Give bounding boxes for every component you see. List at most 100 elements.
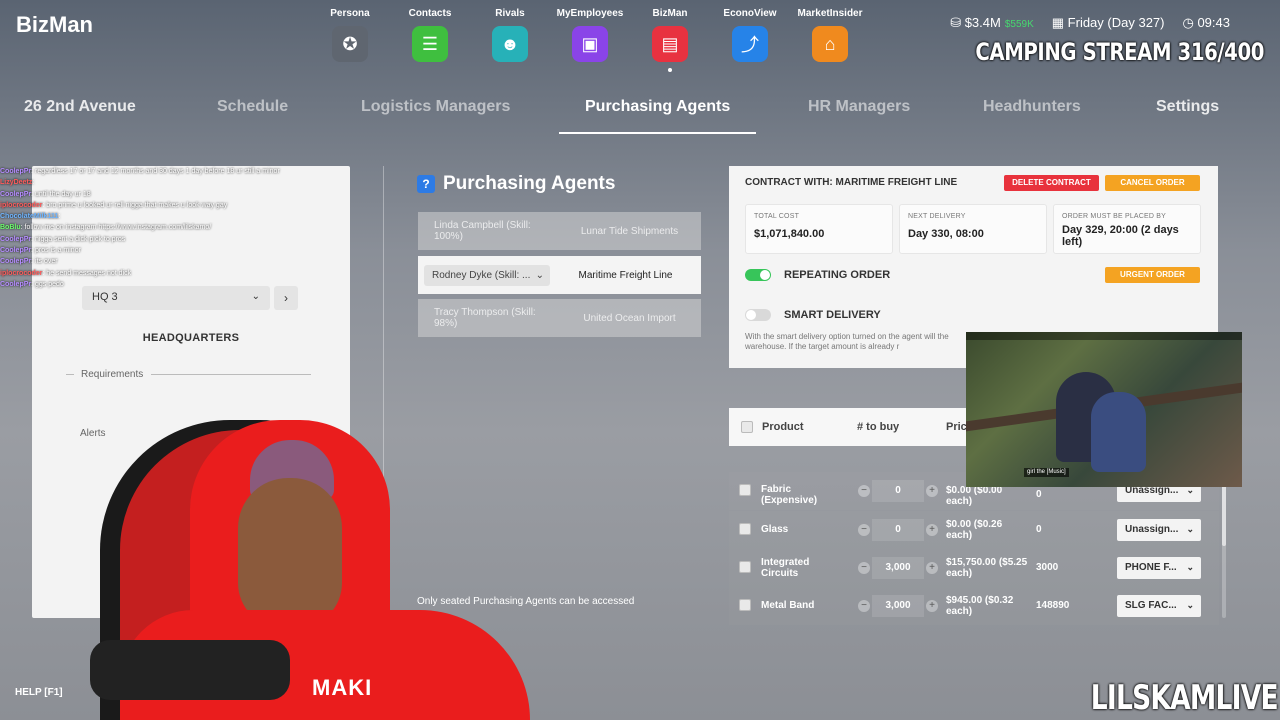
chat-message: iplocrocoder: bro prime u looked ur rell… [0, 200, 345, 211]
chat-text: : [58, 213, 61, 221]
increase-button[interactable]: + [926, 485, 938, 497]
product-name: Metal Band [761, 600, 815, 611]
tab-hr-managers[interactable]: HR Managers [808, 96, 910, 134]
increase-button[interactable]: + [926, 524, 938, 536]
badge-icon[interactable]: ▣ [572, 26, 608, 62]
chat-text: : bro prime u looked ur rell nigga that … [42, 201, 228, 209]
chat-username: CoolepPr [0, 235, 32, 243]
group-icon[interactable]: ☻ [492, 26, 528, 62]
app-contacts[interactable]: Contacts ☰ [390, 8, 470, 72]
agent-row[interactable]: Linda Campbell (Skill: 100%) Lunar Tide … [418, 212, 701, 250]
delete-contract-button[interactable]: DELETE CONTRACT [1004, 175, 1099, 191]
trend-icon[interactable]: ⤴ [732, 26, 768, 62]
tab-settings[interactable]: Settings [1156, 96, 1219, 134]
house-icon[interactable]: ⌂ [812, 26, 848, 62]
requirements-section: Requirements [66, 369, 312, 380]
app-econoview[interactable]: EconoView ⤴ [710, 8, 790, 72]
chat-message: CoolepPr: regardless 17 or 17 and 12 mon… [0, 166, 345, 177]
product-name: Fabric (Expensive) [761, 484, 818, 506]
tab-purchasing-agents[interactable]: Purchasing Agents [559, 96, 757, 134]
chat-text: : ggs pedo [31, 280, 64, 288]
tab-headhunters[interactable]: Headhunters [983, 96, 1081, 134]
product-table: Fabric (Expensive) − 0 + $0.00 ($0.00 ea… [729, 468, 1219, 618]
tab-schedule[interactable]: Schedule [217, 96, 288, 134]
chevron-down-icon: ⌄ [1186, 600, 1194, 610]
agent-row[interactable]: Tracy Thompson (Skill: 98%) United Ocean… [418, 299, 701, 337]
app-label: EconoView [723, 8, 777, 19]
chevron-down-icon: ⌄ [1186, 562, 1194, 572]
app-myemployees[interactable]: MyEmployees ▣ [550, 8, 630, 72]
chat-username: BoBlu [0, 224, 21, 232]
app-marketinsider[interactable]: MarketInsider ⌂ [790, 8, 870, 72]
assign-dropdown[interactable]: PHONE F... ⌄ [1117, 557, 1201, 579]
app-persona[interactable]: Persona ✪ [310, 8, 390, 72]
video-overlay: girl the [Music] [966, 332, 1242, 487]
app-label: MarketInsider [797, 8, 863, 19]
chat-username: CoolepPr [0, 247, 32, 255]
chat-username: CoolepPr [0, 168, 32, 175]
app-label: MyEmployees [556, 8, 624, 19]
quantity-input[interactable]: 0 [872, 480, 924, 502]
app-bizman[interactable]: BizMan ▤ [630, 8, 710, 72]
chat-icon[interactable]: ☰ [412, 26, 448, 62]
quantity-input[interactable]: 0 [872, 519, 924, 541]
row-checkbox[interactable] [739, 599, 751, 611]
chat-message: iplocrocoder: he send messages not dick [0, 268, 345, 279]
smart-delivery-description: With the smart delivery option turned on… [745, 332, 949, 351]
stream-chat: CoolepPr: regardless 17 or 17 and 12 mon… [0, 166, 345, 336]
assign-dropdown[interactable]: SLG FAC... ⌄ [1117, 595, 1201, 617]
agent-selector[interactable]: Rodney Dyke (Skill: ... ⌄ [424, 264, 550, 286]
tab-address[interactable]: 26 2nd Avenue [24, 96, 136, 134]
chat-text: : [32, 179, 35, 187]
agent-row-selected[interactable]: Rodney Dyke (Skill: ... ⌄ Maritime Freigh… [418, 256, 701, 294]
chat-message: CoolepPr: nigga sent a dick pick to pros [0, 234, 345, 245]
next-delivery-value: Day 330, 08:00 [908, 228, 984, 240]
contract-title: CONTRACT WITH: MARITIME FREIGHT LINE [745, 177, 958, 188]
product-price: $0.00 ($0.00 each) [946, 485, 1003, 507]
help-icon[interactable]: ? [417, 175, 435, 193]
row-checkbox[interactable] [739, 523, 751, 535]
tab-logistics-managers[interactable]: Logistics Managers [361, 96, 510, 134]
app-rivals[interactable]: Rivals ☻ [470, 8, 550, 72]
app-label: Contacts [408, 8, 452, 19]
product-scrollbar[interactable] [1222, 470, 1226, 618]
chat-message: CoolepPr: until the day ur 18 [0, 189, 345, 200]
chat-text: : follow me on instagram https://www.ins… [20, 224, 212, 232]
quantity-input[interactable]: 3,000 [872, 595, 924, 617]
product-stock: 0 [1036, 524, 1042, 535]
chat-username: iplocrocoder [0, 201, 43, 209]
select-all-checkbox[interactable] [741, 421, 753, 433]
row-checkbox[interactable] [739, 484, 751, 496]
status-bar: ⛁ $3.4M $559K ▦ Friday (Day 327) ◷ 09:43 [950, 15, 1230, 31]
row-checkbox[interactable] [739, 561, 751, 573]
active-indicator [668, 68, 672, 72]
star-icon[interactable]: ✪ [332, 26, 368, 62]
time-display: ◷ 09:43 [1182, 15, 1230, 30]
decrease-button[interactable]: − [858, 524, 870, 536]
store-icon[interactable]: ▤ [652, 26, 688, 62]
repeating-order-toggle[interactable] [745, 269, 771, 281]
product-stock: 3000 [1036, 562, 1059, 573]
product-stock: 0 [1036, 489, 1042, 500]
section-tabs: 26 2nd Avenue Schedule Logistics Manager… [0, 96, 1280, 136]
video-title-bar [966, 332, 1242, 340]
deadline-value: Day 329, 20:00 (2 days left) [1062, 224, 1179, 248]
increase-button[interactable]: + [926, 562, 938, 574]
quantity-input[interactable]: 3,000 [872, 557, 924, 579]
help-button[interactable]: HELP [F1] [15, 687, 63, 698]
decrease-button[interactable]: − [858, 485, 870, 497]
smart-delivery-toggle[interactable] [745, 309, 771, 321]
assign-dropdown[interactable]: Unassign... ⌄ [1117, 519, 1201, 541]
chat-message: CoolepPr: pros is a minor [0, 245, 345, 256]
chevron-down-icon: ⌄ [535, 269, 544, 281]
cancel-order-button[interactable]: CANCEL ORDER [1105, 175, 1200, 191]
decrease-button[interactable]: − [858, 600, 870, 612]
microphone [90, 640, 290, 700]
urgent-order-button[interactable]: URGENT ORDER [1105, 267, 1200, 283]
stream-title-overlay: CAMPING STREAM 316/400 [975, 38, 1264, 66]
product-price: $945.00 ($0.32 each) [946, 595, 1014, 617]
purchasing-title: Purchasing Agents [443, 173, 616, 194]
channel-watermark: LILSKAMLIVE [1090, 678, 1279, 718]
decrease-button[interactable]: − [858, 562, 870, 574]
increase-button[interactable]: + [926, 600, 938, 612]
